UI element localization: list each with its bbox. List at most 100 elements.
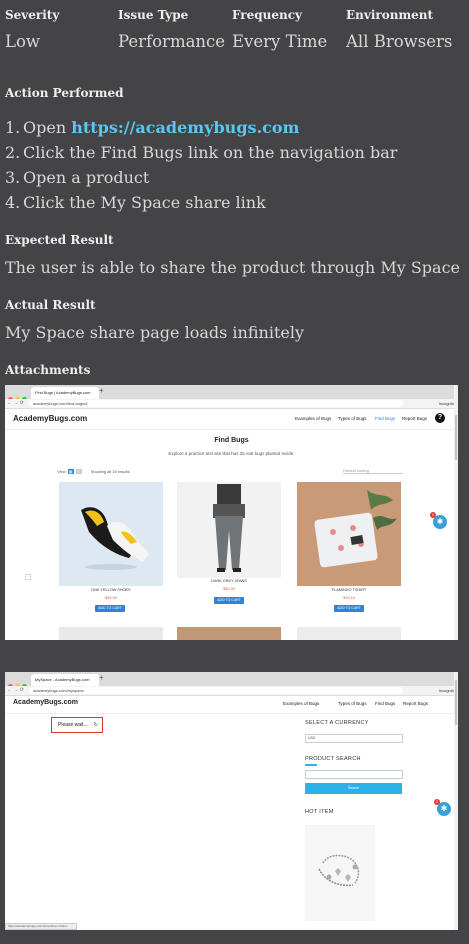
menu-examples-of-bugs: Examples of Bugs bbox=[283, 701, 320, 706]
site-header: AcademyBugs.com Examples of Bugs Types o… bbox=[5, 409, 458, 430]
search-button: Search bbox=[305, 783, 402, 794]
url-field: academybugs.com/myspace bbox=[29, 687, 403, 694]
loading-indicator: Please wait... ↻ bbox=[51, 717, 103, 733]
cursor-icon: ⬚ bbox=[25, 574, 32, 581]
scrollbar-thumb bbox=[455, 415, 457, 460]
add-to-cart-button: ADD TO CART bbox=[334, 605, 364, 612]
jeans-image bbox=[177, 482, 281, 578]
action-heading: Action Performed bbox=[5, 86, 124, 100]
find-bugs-title: Find Bugs bbox=[214, 437, 249, 444]
severity-column: Severity Low bbox=[5, 8, 59, 51]
bug-count-badge: 0 bbox=[434, 799, 440, 805]
status-bar-url: https://academybugs.com/store/silver-cha… bbox=[5, 923, 77, 930]
step-number: 4. bbox=[5, 193, 21, 212]
product-name: DNK YELLOW SHOES bbox=[91, 588, 131, 592]
spinner-icon: ↻ bbox=[93, 722, 98, 728]
actual-heading: Actual Result bbox=[5, 298, 96, 312]
product-image-partial bbox=[177, 627, 281, 640]
new-tab-icon: + bbox=[99, 673, 104, 682]
product-search-heading: PRODUCT SEARCH bbox=[305, 756, 361, 762]
issue-type-column: Issue Type Performance bbox=[118, 8, 225, 51]
menu-types-of-bugs: Types of Bugs bbox=[338, 416, 367, 421]
step-text: Click the My Space share link bbox=[23, 193, 266, 212]
bug-report-icon: ✱ 0 bbox=[434, 799, 451, 816]
menu-report-bugs: Report Bugs bbox=[403, 701, 429, 706]
frequency-heading: Frequency bbox=[232, 8, 303, 22]
product-image-tshirt bbox=[297, 482, 401, 586]
site-header: AcademyBugs.com Examples of Bugs Types o… bbox=[5, 696, 458, 714]
add-to-cart-button: ADD TO CART bbox=[95, 605, 125, 612]
step-number: 3. bbox=[5, 168, 21, 187]
attachment-screenshot-myspace[interactable]: MySpace - AcademyBugs.com + ← → ⟳ academ… bbox=[5, 672, 458, 930]
find-bugs-subtitle: Explore a practice test site that has 25… bbox=[168, 451, 295, 456]
browser-tab: MySpace - AcademyBugs.com bbox=[31, 674, 99, 686]
step-text: Open a product bbox=[23, 168, 150, 187]
incognito-label: Incognito bbox=[438, 688, 455, 693]
product-search-input bbox=[305, 770, 403, 779]
bug-report-icon: ✱ 0 bbox=[430, 512, 447, 529]
issue-type-value: Performance bbox=[118, 32, 226, 51]
menu-examples-of-bugs: Examples of Bugs bbox=[295, 416, 332, 421]
step-4: 4. Click the My Space share link bbox=[5, 193, 266, 212]
product-price: $15.16 bbox=[343, 596, 355, 600]
scrollbar bbox=[454, 385, 458, 640]
incognito-label: Incognito bbox=[438, 401, 455, 406]
shoes-image bbox=[59, 482, 163, 586]
severity-heading: Severity bbox=[5, 8, 60, 22]
view-toggle: View ▦ ≡ Showing all 18 results bbox=[57, 469, 130, 474]
tshirt-image bbox=[297, 482, 401, 586]
step-3: 3. Open a product bbox=[5, 168, 149, 187]
site-logo: AcademyBugs.com bbox=[13, 699, 78, 706]
academybugs-link[interactable]: https://academybugs.com bbox=[71, 118, 299, 137]
hot-item-heading: HOT ITEM bbox=[305, 809, 334, 815]
scrollbar bbox=[454, 672, 458, 930]
product-price: $40.00 bbox=[223, 587, 235, 591]
environment-column: Environment All Browsers bbox=[346, 8, 452, 51]
product-image-partial bbox=[297, 627, 401, 640]
nav-arrows-icon: ← → ⟳ bbox=[7, 400, 24, 406]
product-image-jeans bbox=[177, 482, 281, 578]
step-text: Click the Find Bugs link on the navigati… bbox=[23, 143, 398, 162]
hot-item-bracelet-image bbox=[305, 825, 375, 921]
issue-meta: Severity Low Issue Type Performance Freq… bbox=[0, 0, 469, 60]
view-label: View bbox=[57, 469, 66, 474]
product-price: $45.00 bbox=[105, 596, 117, 600]
menu-types-of-bugs: Types of Bugs bbox=[338, 701, 367, 706]
heading-underline bbox=[305, 764, 317, 766]
currency-select: USD bbox=[305, 734, 403, 743]
step-1: 1. Open https://academybugs.com bbox=[5, 118, 299, 137]
browser-tab-bar: Find Bugs | AcademyBugs.com + bbox=[5, 385, 458, 402]
new-tab-icon: + bbox=[99, 386, 104, 395]
site-logo: AcademyBugs.com bbox=[13, 414, 88, 423]
severity-value: Low bbox=[5, 32, 41, 51]
add-to-cart-button: ADD TO CART bbox=[214, 597, 244, 604]
browser-tab-bar: MySpace - AcademyBugs.com + bbox=[5, 672, 458, 689]
step-number: 2. bbox=[5, 143, 21, 162]
menu-find-bugs: Find Bugs bbox=[375, 416, 396, 421]
environment-heading: Environment bbox=[346, 8, 434, 22]
attachments-heading: Attachments bbox=[5, 363, 91, 377]
product-image-shoes bbox=[59, 482, 163, 586]
product-name: FLAMINGO TSHIRT bbox=[331, 588, 367, 592]
nav-arrows-icon: ← → ⟳ bbox=[7, 687, 24, 693]
please-wait-text: Please wait... bbox=[58, 722, 88, 728]
address-bar: ← → ⟳ academybugs.com/find-bugs/# Incogn… bbox=[5, 399, 458, 409]
frequency-column: Frequency Every Time bbox=[232, 8, 327, 51]
help-icon: ? bbox=[435, 413, 445, 423]
bug-count-badge: 0 bbox=[430, 512, 436, 518]
address-bar: ← → ⟳ academybugs.com/myspace Incognito bbox=[5, 686, 458, 696]
actual-text: My Space share page loads infinitely bbox=[5, 323, 304, 342]
sort-select: Default sorting bbox=[343, 468, 403, 474]
list-view-icon: ≡ bbox=[75, 469, 82, 474]
frequency-value: Every Time bbox=[232, 32, 328, 51]
scrollbar-thumb bbox=[455, 680, 457, 725]
grid-view-icon: ▦ bbox=[67, 469, 74, 474]
environment-value: All Browsers bbox=[346, 32, 453, 51]
url-field: academybugs.com/find-bugs/# bbox=[29, 400, 403, 407]
expected-heading: Expected Result bbox=[5, 233, 114, 247]
attachment-screenshot-find-bugs[interactable]: Find Bugs | AcademyBugs.com + ← → ⟳ acad… bbox=[5, 385, 458, 640]
menu-find-bugs: Find Bugs bbox=[375, 701, 396, 706]
menu-report-bugs: Report Bugs bbox=[402, 416, 428, 421]
product-name: DARK GREY JEANS bbox=[211, 579, 247, 583]
currency-heading: SELECT A CURRENCY bbox=[305, 720, 369, 726]
